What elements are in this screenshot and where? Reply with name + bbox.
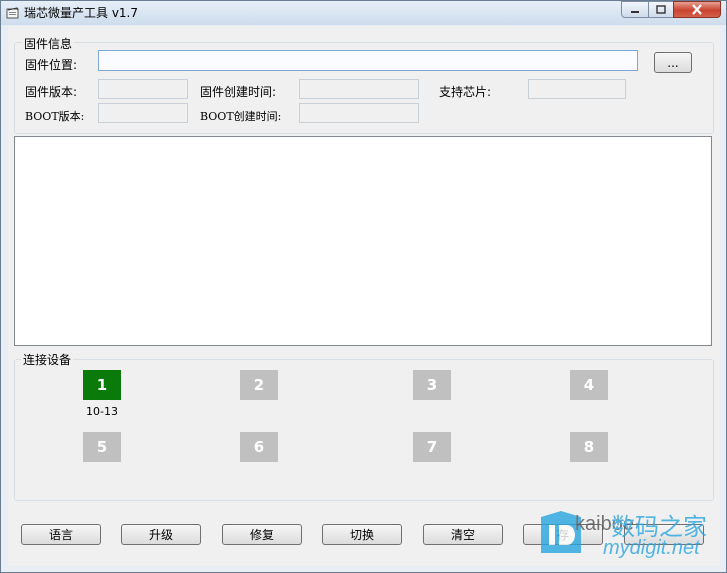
minimize-icon xyxy=(631,10,639,13)
boot-create-time-field xyxy=(299,103,419,123)
device-slot-1[interactable]: 1 xyxy=(83,370,121,400)
app-window: 瑞芯微量产工具 v1.7 固件信息 固件位置: ... 固件版本: 固件创建时间… xyxy=(0,0,727,573)
language-button[interactable]: 语言 xyxy=(21,524,101,545)
client-area: 固件信息 固件位置: ... 固件版本: 固件创建时间: 支持芯片: BOOT版… xyxy=(8,26,720,566)
supported-chip-label: 支持芯片: xyxy=(439,85,492,99)
window-title: 瑞芯微量产工具 v1.7 xyxy=(24,6,139,20)
boot-create-time-label: BOOT创建时间: xyxy=(200,110,282,123)
firmware-location-label: 固件位置: xyxy=(25,58,78,72)
boot-version-field xyxy=(98,103,188,123)
firmware-location-input[interactable] xyxy=(98,50,638,71)
partial-button[interactable]: 存 xyxy=(523,524,603,545)
title-bar[interactable]: 瑞芯微量产工具 v1.7 xyxy=(1,1,726,25)
device-slot-1-sub: 10-13 xyxy=(86,405,118,418)
minimize-button[interactable] xyxy=(621,1,649,18)
clear-button[interactable]: 清空 xyxy=(423,524,503,545)
device-slot-2[interactable]: 2 xyxy=(240,370,278,400)
device-slot-8[interactable]: 8 xyxy=(570,432,608,462)
firmware-info-title: 固件信息 xyxy=(22,35,75,52)
switch-button[interactable]: 切换 xyxy=(322,524,402,545)
boot-version-label: BOOT版本: xyxy=(25,110,85,123)
device-slot-4[interactable]: 4 xyxy=(570,370,608,400)
upgrade-button[interactable]: 升级 xyxy=(121,524,201,545)
supported-chip-field xyxy=(528,79,626,99)
hidden-button[interactable] xyxy=(624,524,704,545)
maximize-button[interactable] xyxy=(648,1,674,18)
device-slot-5[interactable]: 5 xyxy=(83,432,121,462)
firmware-version-field xyxy=(98,79,188,99)
firmware-create-time-field xyxy=(299,79,419,99)
firmware-version-label: 固件版本: xyxy=(25,85,78,99)
close-icon xyxy=(692,4,702,15)
devices-title: 连接设备 xyxy=(21,351,74,368)
device-slot-7[interactable]: 7 xyxy=(413,432,451,462)
log-output[interactable] xyxy=(14,136,712,346)
device-slot-3[interactable]: 3 xyxy=(413,370,451,400)
maximize-icon xyxy=(656,5,666,14)
close-button[interactable] xyxy=(673,1,721,18)
firmware-create-time-label: 固件创建时间: xyxy=(200,85,277,99)
device-slot-6[interactable]: 6 xyxy=(240,432,278,462)
app-icon xyxy=(6,7,19,19)
repair-button[interactable]: 修复 xyxy=(222,524,302,545)
browse-button[interactable]: ... xyxy=(654,52,692,73)
